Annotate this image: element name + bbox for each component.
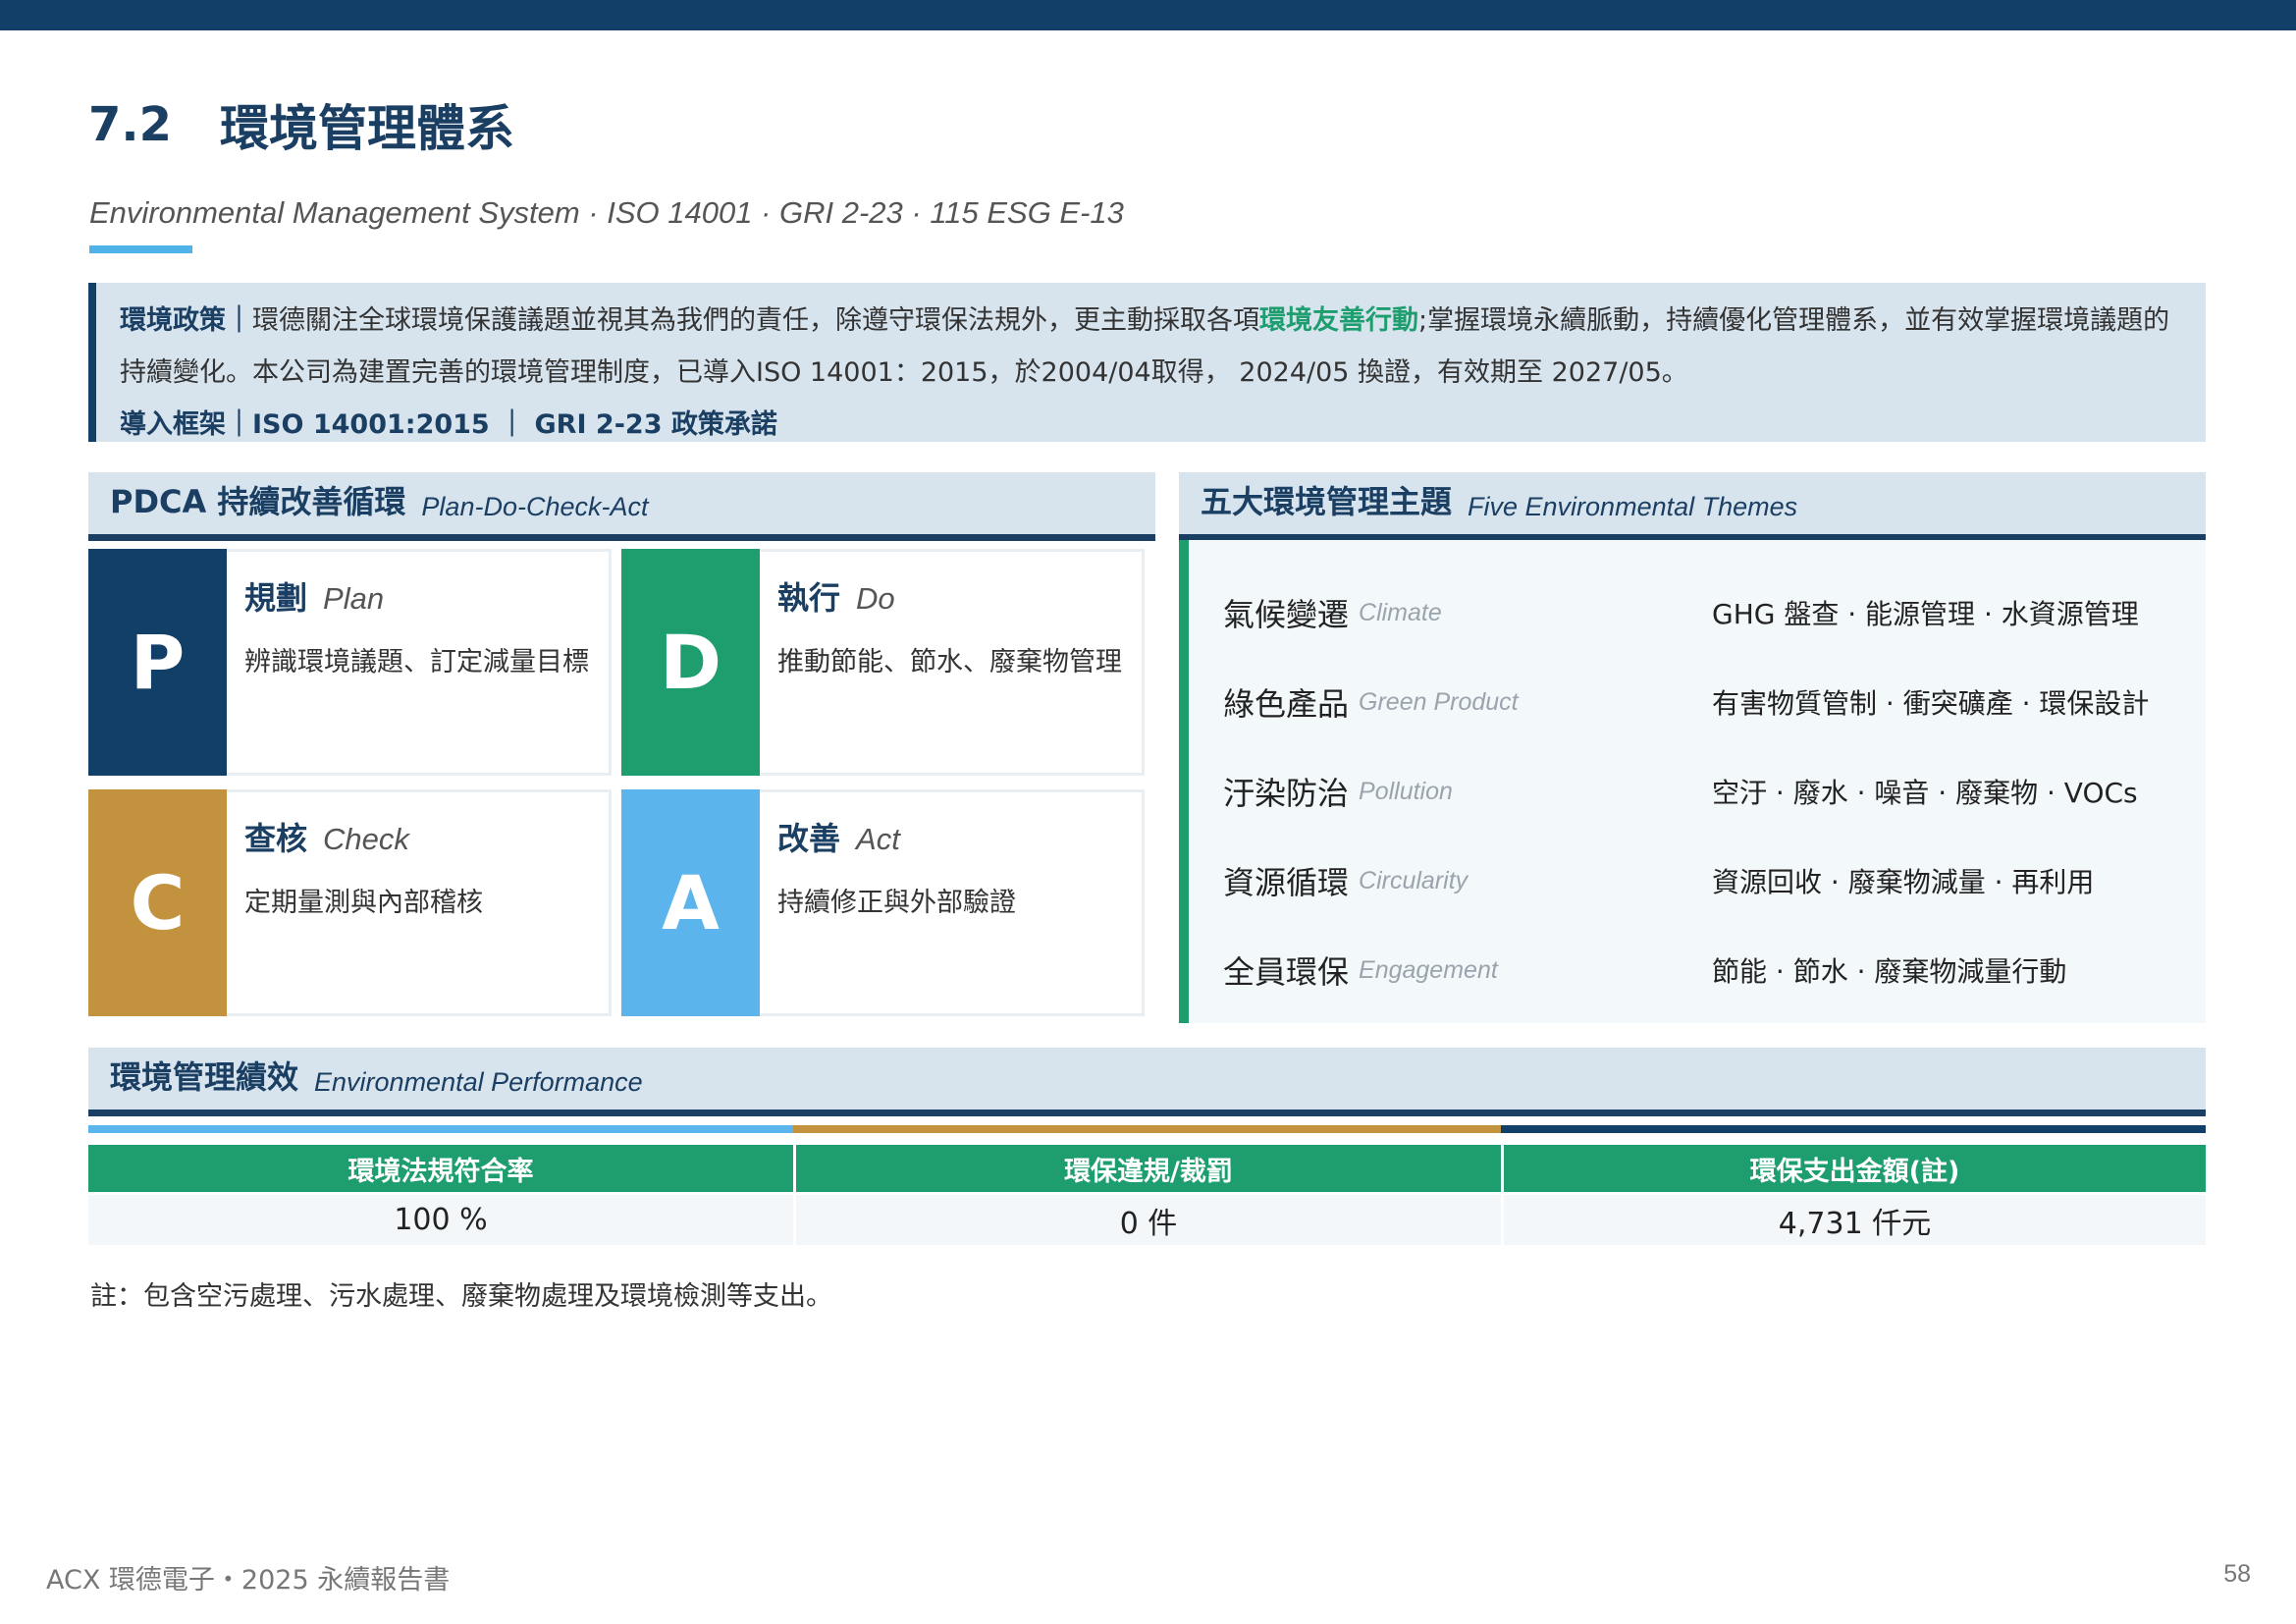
performance-column-header: 環境法規符合率 — [88, 1145, 793, 1192]
pdca-cell-title: 改善 — [777, 820, 841, 857]
theme-desc: 有害物質管制 · 衝突礦產 · 環保設計 — [1712, 687, 2150, 720]
pdca-letter-p: P — [88, 549, 227, 776]
theme-name: 全員環保 — [1223, 953, 1350, 991]
theme-desc: 空汙 · 廢水 · 噪音 · 廢棄物 · VOCs — [1712, 777, 2138, 809]
framework-line: 導入框架｜ISO 14001:2015 ｜ GRI 2-23 政策承諾 — [120, 399, 2186, 451]
performance-column-header: 環保違規/裁罰 — [796, 1145, 1501, 1192]
page-number: 58 — [2223, 1560, 2251, 1588]
performance-bar-3 — [1501, 1125, 2206, 1133]
themes-subtitle: Five Environmental Themes — [1468, 492, 1798, 521]
performance-title: 環境管理績效 — [110, 1058, 299, 1096]
pdca-letter-d: D — [621, 549, 760, 776]
performance-bar-2 — [793, 1125, 1501, 1133]
themes-title: 五大環境管理主題 — [1201, 483, 1453, 520]
theme-name: 氣候變遷 — [1223, 596, 1350, 633]
policy-box: 環境政策｜環德關注全球環境保護議題並視其為我們的責任，除遵守環保法規外，更主動採… — [88, 283, 2206, 442]
performance-value: 4,731 仟元 — [1504, 1195, 2206, 1245]
theme-desc: 資源回收 · 廢棄物減量 · 再利用 — [1712, 866, 2095, 898]
theme-row: 氣候變遷 Climate GHG 盤查 · 能源管理 · 水資源管理 — [1223, 583, 2205, 642]
theme-row: 資源循環 Circularity 資源回收 · 廢棄物減量 · 再利用 — [1223, 851, 2205, 910]
framework-text: ISO 14001:2015 ｜ GRI 2-23 政策承諾 — [252, 409, 777, 440]
themes-header: 五大環境管理主題 Five Environmental Themes — [1179, 472, 2206, 541]
framework-label: 導入框架｜ — [120, 409, 252, 440]
theme-desc: GHG 盤查 · 能源管理 · 水資源管理 — [1712, 598, 2139, 630]
performance-column-header: 環保支出金額(註) — [1504, 1145, 2206, 1192]
performance-header: 環境管理績效 Environmental Performance — [88, 1048, 2206, 1116]
footnote: 註：包含空污處理、污水處理、廢棄物處理及環境檢測等支出。 — [90, 1281, 832, 1312]
subtitle-underline — [89, 245, 192, 253]
pdca-cell-title: 查核 — [244, 820, 308, 857]
pdca-subtitle: Plan-Do-Check-Act — [421, 492, 649, 521]
performance-value: 100 % — [88, 1195, 793, 1245]
themes-panel: 氣候變遷 Climate GHG 盤查 · 能源管理 · 水資源管理 綠色產品 Gr… — [1179, 540, 2206, 1023]
pdca-cell-do: D 執行 Do 推動節能、節水、廢棄物管理 — [621, 549, 1145, 776]
theme-name-en: Circularity — [1359, 866, 1468, 894]
pdca-cell-plan: P 規劃 Plan 辨識環境議題、訂定減量目標 — [88, 549, 612, 776]
page-subtitle: Environmental Management System · ISO 14… — [89, 195, 1124, 230]
pdca-cell-desc: 辨識環境議題、訂定減量目標 — [244, 647, 589, 677]
pdca-cell-act: A 改善 Act 持續修正與外部驗證 — [621, 789, 1145, 1016]
top-banner — [0, 0, 2296, 30]
pdca-cell-check: C 查核 Check 定期量測與內部稽核 — [88, 789, 612, 1016]
pdca-header: PDCA 持續改善循環 Plan-Do-Check-Act — [88, 472, 1155, 541]
pdca-letter-c: C — [88, 789, 227, 1016]
policy-label: 環境政策｜ — [120, 305, 252, 336]
theme-name-en: Pollution — [1359, 777, 1453, 805]
theme-row: 綠色產品 Green Product 有害物質管制 · 衝突礦產 · 環保設計 — [1223, 673, 2205, 731]
theme-name-en: Climate — [1359, 598, 1442, 626]
theme-desc: 節能 · 節水 · 廢棄物減量行動 — [1712, 955, 2067, 988]
pdca-cell-subtitle: Act — [856, 822, 900, 856]
pdca-cell-subtitle: Check — [323, 822, 409, 856]
pdca-title: PDCA 持續改善循環 — [110, 483, 406, 520]
footer-report-title: ACX 環德電子・2025 永續報告書 — [46, 1565, 451, 1596]
policy-text: 環德關注全球環境保護議題並視其為我們的責任，除遵守環保法規外，更主動採取各項 — [252, 305, 1259, 336]
pdca-cell-desc: 持續修正與外部驗證 — [777, 888, 1016, 918]
pdca-cell-title: 規劃 — [244, 579, 308, 617]
theme-name: 資源循環 — [1223, 864, 1350, 901]
theme-name: 綠色產品 — [1223, 685, 1350, 723]
pdca-cell-desc: 推動節能、節水、廢棄物管理 — [777, 647, 1122, 677]
theme-name: 汙染防治 — [1223, 775, 1350, 812]
pdca-cell-subtitle: Plan — [323, 581, 385, 616]
policy-highlight: 環境友善行動 — [1259, 305, 1418, 336]
performance-bar-1 — [88, 1125, 793, 1133]
theme-row: 全員環保 Engagement 節能 · 節水 · 廢棄物減量行動 — [1223, 941, 2205, 1000]
pdca-cell-desc: 定期量測與內部稽核 — [244, 888, 483, 918]
policy-paragraph: 環境政策｜環德關注全球環境保護議題並視其為我們的責任，除遵守環保法規外，更主動採… — [120, 295, 2186, 399]
theme-name-en: Engagement — [1359, 955, 1498, 984]
theme-row: 汙染防治 Pollution 空汙 · 廢水 · 噪音 · 廢棄物 · VOCs — [1223, 762, 2205, 821]
pdca-cell-subtitle: Do — [856, 581, 895, 616]
performance-value: 0 件 — [796, 1195, 1501, 1245]
pdca-letter-a: A — [621, 789, 760, 1016]
section-title: 環境管理體系 — [220, 100, 514, 157]
page-title: 7.2 環境管理體系 — [88, 90, 514, 159]
performance-subtitle: Environmental Performance — [314, 1067, 643, 1097]
section-number: 7.2 — [88, 97, 173, 152]
theme-name-en: Green Product — [1359, 687, 1519, 716]
pdca-cell-title: 執行 — [777, 579, 841, 617]
